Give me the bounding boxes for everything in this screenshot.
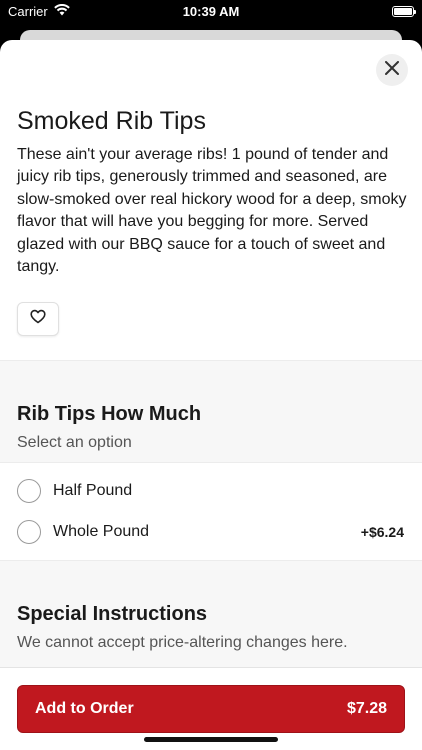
favorite-button[interactable]: [17, 302, 59, 336]
option-label: Half Pound: [53, 482, 133, 499]
order-total-price: $7.28: [346, 700, 387, 717]
option-group-title: Rib Tips How Much: [17, 403, 202, 425]
battery-icon: [392, 5, 416, 17]
radio-button[interactable]: [17, 479, 41, 503]
option-list: Half Pound Whole Pound +$6.24: [0, 462, 422, 560]
option-label: Whole Pound: [53, 523, 150, 540]
option-half-pound[interactable]: Half Pound: [0, 471, 422, 511]
item-detail-sheet: Smoked Rib Tips These ain't your average…: [0, 40, 422, 750]
special-instructions-subtitle: We cannot accept price-altering changes …: [17, 634, 348, 651]
item-description: These ain't your average ribs! 1 pound o…: [17, 146, 407, 276]
option-group-header: Rib Tips How Much Select an option: [0, 360, 422, 462]
special-instructions-section: Special Instructions We cannot accept pr…: [0, 560, 422, 667]
add-to-order-label: Add to Order: [35, 700, 134, 717]
status-bar: Carrier 10:39 AM: [0, 0, 422, 22]
close-button[interactable]: [376, 54, 408, 86]
option-price: +$6.24: [360, 524, 404, 540]
status-left: Carrier: [8, 3, 70, 19]
special-instructions-title: Special Instructions: [17, 603, 208, 625]
heart-icon: [30, 309, 46, 329]
item-title: Smoked Rib Tips: [17, 107, 206, 135]
carrier-label: Carrier: [8, 3, 48, 19]
add-to-order-button[interactable]: Add to Order $7.28: [17, 685, 405, 733]
home-indicator: [144, 737, 278, 742]
option-whole-pound[interactable]: Whole Pound +$6.24: [0, 512, 422, 552]
radio-button[interactable]: [17, 520, 41, 544]
option-group-subtitle: Select an option: [17, 434, 132, 451]
wifi-icon: [53, 3, 70, 19]
close-icon: [385, 60, 399, 80]
